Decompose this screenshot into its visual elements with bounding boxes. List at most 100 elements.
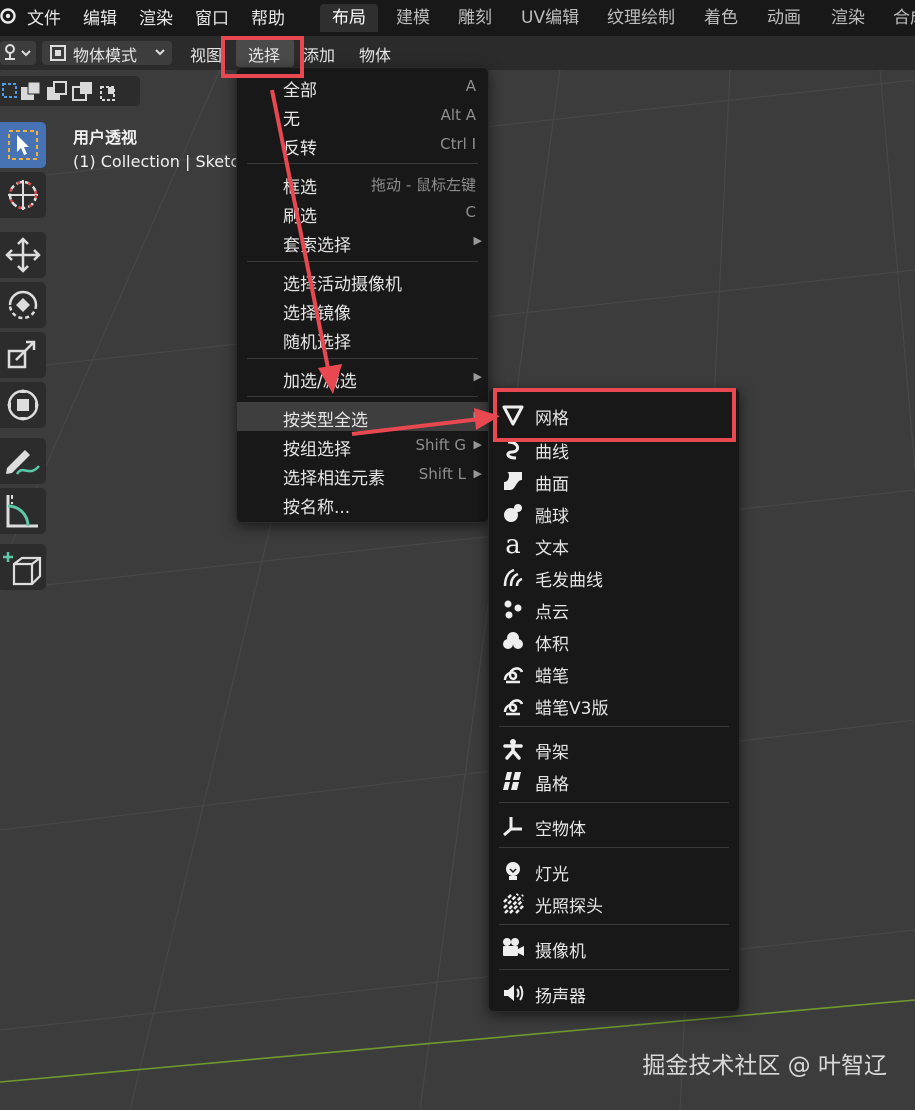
menu-item-label: 融球: [535, 507, 569, 527]
submenu-arrow-icon: ▶: [473, 370, 482, 383]
menu-item-label: 无: [283, 110, 300, 130]
tool-move[interactable]: [0, 232, 46, 278]
select-extend-icon[interactable]: [20, 81, 42, 105]
tab-layout[interactable]: 布局: [320, 4, 378, 32]
armature-icon: [501, 737, 525, 761]
editor-type-button[interactable]: [0, 41, 36, 65]
menu-item-select-pattern[interactable]: 按名称...: [237, 489, 488, 518]
menu-item-select-all-by-type[interactable]: 按类型全选 ▶: [237, 402, 488, 431]
select-by-type-submenu: 网格 曲线 曲面 融球 a 文本 毛发曲线 点云 体积 蜡笔 蜡笔V3版 骨架 …: [488, 388, 740, 1012]
menu-item-label: 选择相连元素: [283, 469, 385, 489]
point-cloud-icon: [501, 597, 525, 621]
mode-dropdown[interactable]: 物体模式: [42, 41, 172, 65]
tool-transform[interactable]: [0, 382, 46, 428]
annotate-pencil-icon: [3, 442, 43, 484]
menu-window[interactable]: 窗口: [195, 4, 229, 29]
menu-help[interactable]: 帮助: [251, 4, 285, 29]
menu-separator: [247, 261, 478, 262]
highlight-box-select-menu: [221, 36, 304, 78]
menu-item-select-active-camera[interactable]: 选择活动摄像机: [237, 266, 488, 295]
type-item-volume[interactable]: 体积: [489, 625, 739, 657]
menu-item-label: 加选/减选: [283, 372, 357, 392]
menu-item-select-random[interactable]: 随机选择: [237, 324, 488, 353]
header-menu-object[interactable]: 物体: [359, 42, 391, 66]
tab-compositing[interactable]: 合成: [881, 4, 915, 32]
empty-icon: [501, 814, 525, 838]
tool-select-box[interactable]: [0, 122, 46, 168]
shortcut-label: Ctrl I: [440, 135, 476, 153]
type-item-hair-curves[interactable]: 毛发曲线: [489, 561, 739, 593]
type-item-grease-pencil[interactable]: 蜡笔: [489, 657, 739, 689]
menu-item-label: 晶格: [535, 775, 569, 795]
transform-icon: [4, 386, 42, 428]
menu-item-label: 摄像机: [535, 942, 586, 962]
type-item-metaball[interactable]: 融球: [489, 497, 739, 529]
type-item-lattice[interactable]: 晶格: [489, 765, 739, 797]
submenu-arrow-icon: ▶: [473, 467, 482, 480]
type-item-text[interactable]: a 文本: [489, 529, 739, 561]
select-invert-icon[interactable]: [72, 81, 94, 105]
type-item-camera[interactable]: 摄像机: [489, 932, 739, 964]
tab-texture-paint[interactable]: 纹理绘制: [595, 4, 687, 32]
header-menu-add[interactable]: 添加: [303, 42, 335, 66]
menu-item-lasso-select[interactable]: 套索选择 ▶: [237, 227, 488, 256]
type-item-light-probe[interactable]: 光照探头: [489, 887, 739, 919]
select-intersect-icon[interactable]: [100, 81, 122, 105]
watermark: 掘金技术社区 @ 叶智辽: [642, 1053, 887, 1079]
crosshair-cursor-icon: [4, 176, 42, 218]
tab-sculpting[interactable]: 雕刻: [446, 4, 504, 32]
menu-item-invert[interactable]: 反转 Ctrl I: [237, 130, 488, 159]
highlight-box-mesh-item: [493, 388, 736, 442]
object-mode-icon: [49, 44, 67, 66]
type-item-point-cloud[interactable]: 点云: [489, 593, 739, 625]
lattice-icon: [501, 769, 525, 793]
type-item-empty[interactable]: 空物体: [489, 810, 739, 842]
tool-rotate[interactable]: [0, 282, 46, 328]
volume-icon: [501, 629, 525, 653]
menu-item-select-none[interactable]: 无 Alt A: [237, 101, 488, 130]
surface-icon: [501, 469, 525, 493]
tool-add-cube[interactable]: [0, 544, 46, 590]
menu-item-select-grouped[interactable]: 按组选择 Shift G ▶: [237, 431, 488, 460]
menu-item-box-select[interactable]: 框选 拖动 - 鼠标左键: [237, 169, 488, 198]
tab-shading[interactable]: 着色: [692, 4, 750, 32]
tool-measure[interactable]: [0, 488, 46, 534]
menu-file[interactable]: 文件: [27, 4, 61, 29]
type-item-light[interactable]: 灯光: [489, 855, 739, 887]
shortcut-label: 拖动 - 鼠标左键: [371, 176, 476, 194]
type-item-armature[interactable]: 骨架: [489, 733, 739, 765]
tab-modeling[interactable]: 建模: [384, 4, 442, 32]
menu-item-label: 曲面: [535, 475, 569, 495]
type-item-speaker[interactable]: 扬声器: [489, 977, 739, 1009]
tool-annotate[interactable]: [0, 438, 46, 484]
select-subtract-icon[interactable]: [46, 81, 68, 105]
menu-item-select-mirror[interactable]: 选择镜像: [237, 295, 488, 324]
camera-icon: [501, 936, 525, 960]
select-new-icon[interactable]: [2, 83, 18, 103]
menu-item-select-more-less[interactable]: 加选/减选 ▶: [237, 363, 488, 392]
tab-uv-editing[interactable]: UV编辑: [509, 4, 591, 32]
menu-item-circle-select[interactable]: 刷选 C: [237, 198, 488, 227]
menu-item-select-linked[interactable]: 选择相连元素 Shift L ▶: [237, 460, 488, 489]
tab-rendering[interactable]: 渲染: [819, 4, 877, 32]
menu-separator: [499, 969, 729, 970]
menu-item-label: 点云: [535, 603, 569, 623]
move-arrows-icon: [4, 236, 42, 278]
menu-item-label: 选择镜像: [283, 304, 351, 324]
menu-item-label: 套索选择: [283, 236, 351, 256]
viewport-title: 用户透视: [73, 128, 138, 147]
scale-icon: [4, 336, 42, 378]
menu-edit[interactable]: 编辑: [83, 4, 117, 29]
menu-render[interactable]: 渲染: [139, 4, 173, 29]
menu-item-label: 反转: [283, 139, 317, 159]
menu-item-label: 全部: [283, 81, 317, 101]
tool-scale[interactable]: [0, 332, 46, 378]
header-menu-view[interactable]: 视图: [190, 42, 222, 66]
blender-logo-icon[interactable]: [0, 5, 16, 24]
tool-cursor[interactable]: [0, 172, 46, 218]
tab-animation[interactable]: 动画: [755, 4, 813, 32]
type-item-surface[interactable]: 曲面: [489, 465, 739, 497]
menu-separator: [499, 802, 729, 803]
type-item-grease-pencil-v3[interactable]: 蜡笔V3版: [489, 689, 739, 721]
editor-type-icon: [2, 43, 32, 67]
